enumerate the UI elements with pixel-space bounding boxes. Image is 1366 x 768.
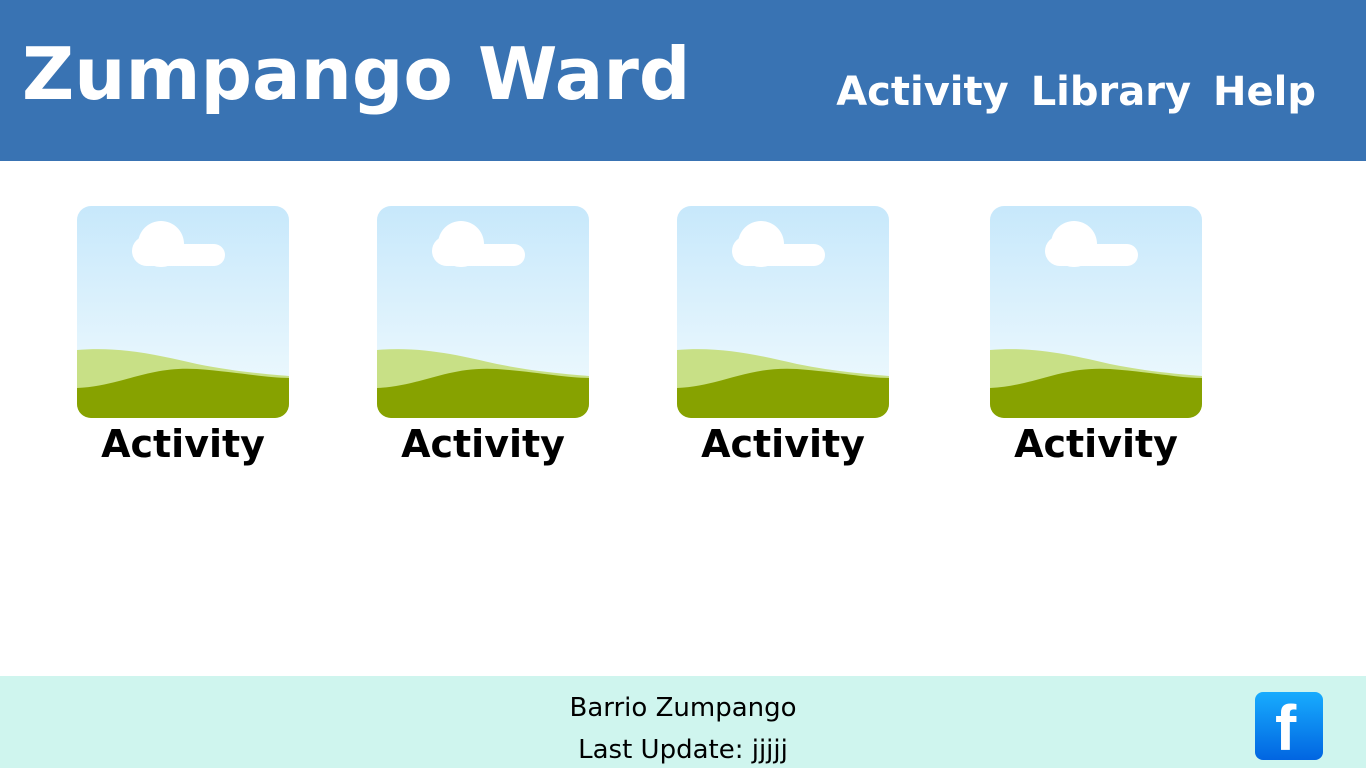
landscape-placeholder-icon[interactable] bbox=[77, 206, 289, 418]
nav-link-activity[interactable]: Activity bbox=[836, 66, 1008, 118]
main-nav: Activity Library Help bbox=[836, 66, 1316, 118]
footer-last-update: Last Update: jjjjj bbox=[578, 735, 788, 765]
site-footer: Barrio Zumpango Last Update: jjjjj f bbox=[0, 676, 1366, 768]
footer-site-name: Barrio Zumpango bbox=[569, 693, 797, 723]
activity-card-label[interactable]: Activity bbox=[637, 420, 929, 468]
landscape-placeholder-icon[interactable] bbox=[677, 206, 889, 418]
site-title: Zumpango Ward bbox=[22, 32, 691, 116]
facebook-icon[interactable]: f bbox=[1255, 692, 1323, 760]
site-header: Zumpango Ward Activity Library Help bbox=[0, 0, 1366, 161]
landscape-placeholder-icon[interactable] bbox=[990, 206, 1202, 418]
nav-link-help[interactable]: Help bbox=[1213, 66, 1316, 118]
activity-card-label[interactable]: Activity bbox=[337, 420, 629, 468]
nav-link-library[interactable]: Library bbox=[1031, 66, 1191, 118]
facebook-f-glyph: f bbox=[1275, 692, 1297, 760]
activity-card-label[interactable]: Activity bbox=[37, 420, 329, 468]
activity-grid: Activity Activity Activity Activity bbox=[0, 206, 1366, 476]
activity-card-label[interactable]: Activity bbox=[950, 420, 1242, 468]
landscape-placeholder-icon[interactable] bbox=[377, 206, 589, 418]
